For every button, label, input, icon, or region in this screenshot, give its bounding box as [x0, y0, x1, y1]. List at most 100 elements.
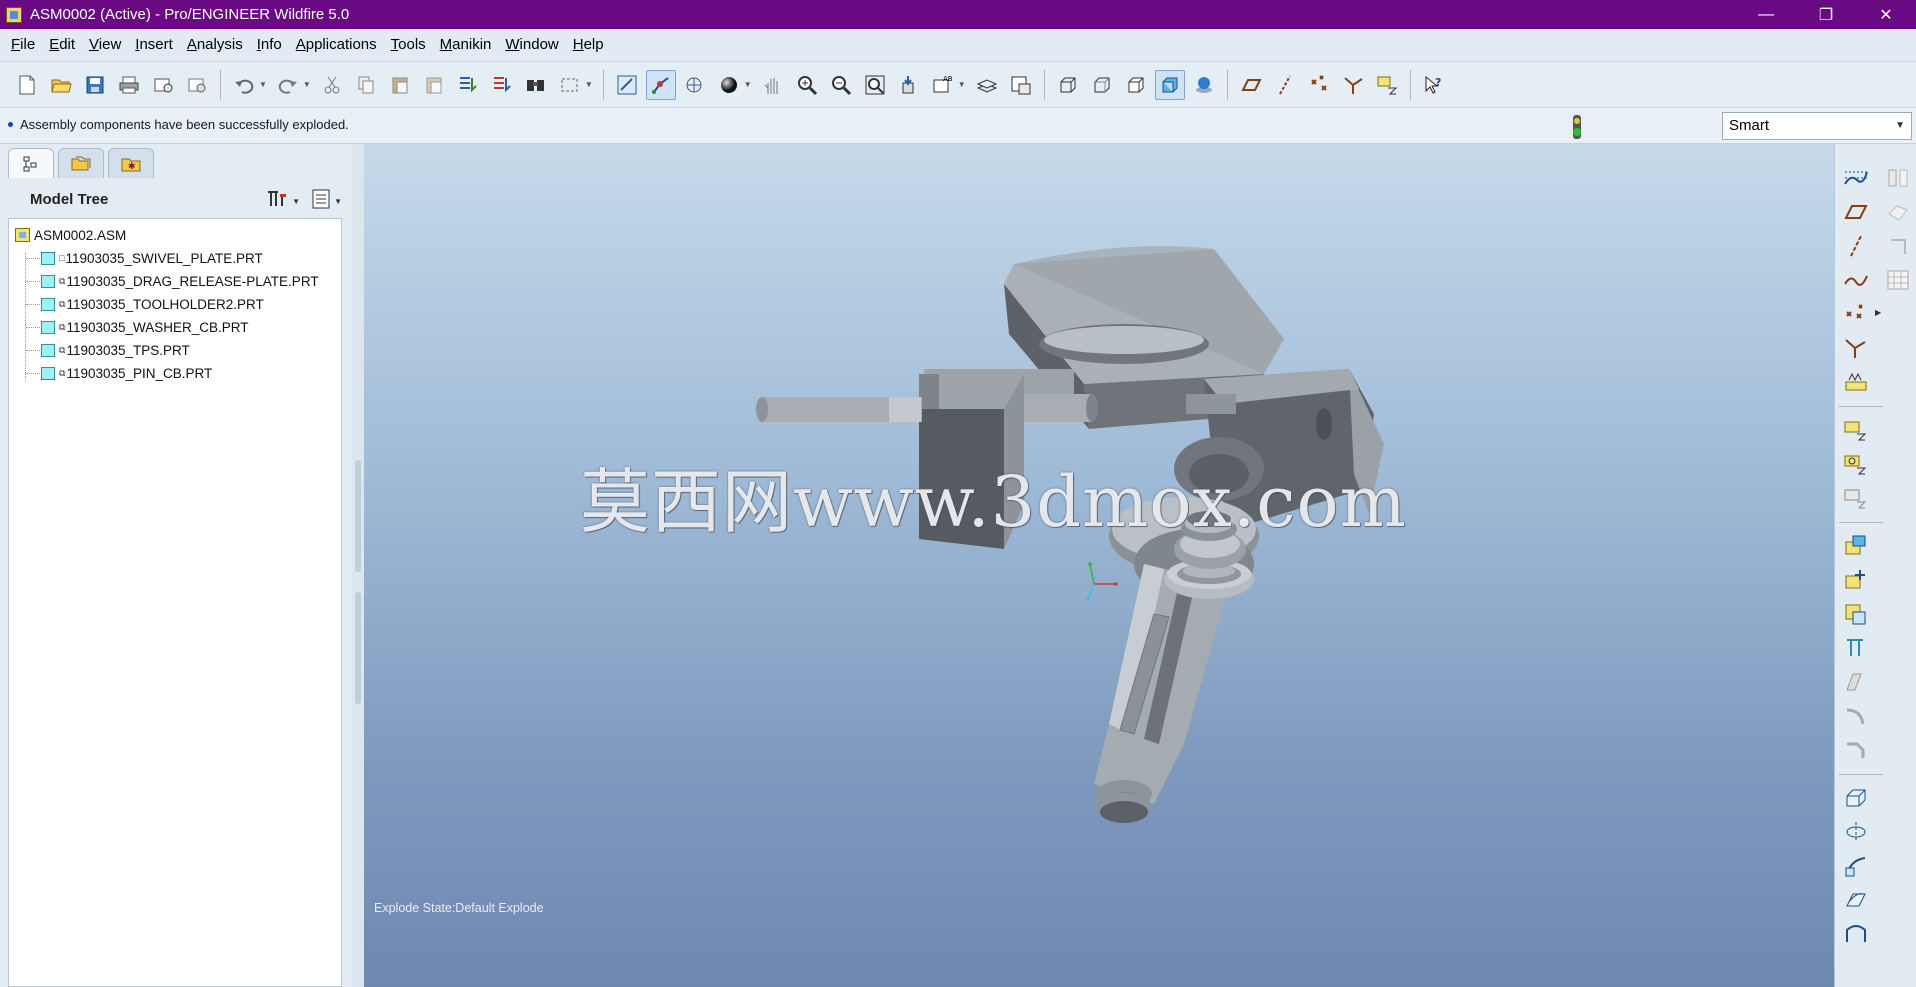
no-hidden-icon[interactable]: [1121, 70, 1151, 100]
datum-plane-icon[interactable]: [1841, 198, 1871, 226]
tree-item[interactable]: ⧉ 11903035_PIN_CB.PRT: [41, 363, 212, 383]
menu-manikin[interactable]: Manikin: [433, 33, 499, 57]
chamfer-icon[interactable]: [1841, 736, 1871, 764]
datum-point-icon[interactable]: [1841, 300, 1871, 328]
menu-window[interactable]: Window: [498, 33, 565, 57]
annotation-feature-icon[interactable]: [1841, 450, 1871, 478]
layers-icon[interactable]: [972, 70, 1002, 100]
assemble-component-icon[interactable]: [1841, 532, 1871, 560]
menu-tools[interactable]: Tools: [384, 33, 433, 57]
datum-curve-icon[interactable]: [1841, 266, 1871, 294]
print-icon[interactable]: [114, 70, 144, 100]
minimize-button[interactable]: —: [1736, 0, 1796, 29]
sash-grip[interactable]: [355, 460, 361, 572]
restore-button[interactable]: ❐: [1796, 0, 1856, 29]
round-icon[interactable]: [1841, 702, 1871, 730]
merge-icon[interactable]: [1883, 198, 1913, 226]
save-icon[interactable]: [80, 70, 110, 100]
zoom-out-icon[interactable]: [826, 70, 856, 100]
tree-item[interactable]: ⧉ 11903035_TOOLHOLDER2.PRT: [41, 294, 264, 314]
blend-icon[interactable]: [1841, 886, 1871, 914]
hidden-line-icon[interactable]: [1087, 70, 1117, 100]
select-box-icon[interactable]: [555, 70, 585, 100]
copy-icon[interactable]: [351, 70, 381, 100]
pattern-icon[interactable]: [1883, 266, 1913, 294]
view-manager-icon[interactable]: [1006, 70, 1036, 100]
analysis-feature-icon[interactable]: [1841, 368, 1871, 396]
revolve-icon[interactable]: [1841, 818, 1871, 846]
cut-out-icon[interactable]: [1841, 668, 1871, 696]
redo-dropdown-icon[interactable]: ▼: [303, 80, 311, 89]
shading-icon[interactable]: [1154, 69, 1185, 100]
settings-dropdown-icon[interactable]: ▼: [292, 197, 300, 206]
open-folder-icon[interactable]: [46, 70, 76, 100]
mirror-icon[interactable]: [1883, 164, 1913, 192]
redraw-icon[interactable]: [612, 70, 642, 100]
wireframe-icon[interactable]: [1053, 70, 1083, 100]
saved-views-icon[interactable]: AB: [928, 70, 958, 100]
paste-special-icon[interactable]: [419, 70, 449, 100]
settings-tools-icon[interactable]: [264, 188, 290, 215]
pan-hand-icon[interactable]: [758, 70, 788, 100]
selection-filter-select[interactable]: Smart ▼: [1722, 112, 1912, 140]
create-component-icon[interactable]: [1841, 566, 1871, 594]
regenerate-icon[interactable]: [453, 70, 483, 100]
sweep-icon[interactable]: [1841, 852, 1871, 880]
assembly-model[interactable]: [364, 144, 1834, 987]
datum-axes-icon[interactable]: [1270, 70, 1300, 100]
send-mail-icon[interactable]: [148, 70, 178, 100]
menu-info[interactable]: Info: [250, 33, 289, 57]
paste-icon[interactable]: [385, 70, 415, 100]
datum-axis-icon[interactable]: [1841, 232, 1871, 260]
datum-planes-icon[interactable]: [1236, 70, 1266, 100]
panel-sash[interactable]: [352, 144, 364, 987]
tree-item[interactable]: ⧉ 11903035_WASHER_CB.PRT: [41, 317, 249, 337]
annotation-element-icon[interactable]: [1841, 484, 1871, 512]
tree-item[interactable]: ⧉ 11903035_DRAG_RELEASE-PLATE.PRT: [41, 271, 319, 291]
datum-csys-icon[interactable]: [1841, 334, 1871, 362]
context-help-icon[interactable]: ?: [1419, 70, 1449, 100]
find-icon[interactable]: [521, 70, 551, 100]
appearance-dropdown-icon[interactable]: ▼: [744, 80, 752, 89]
new-file-icon[interactable]: [12, 70, 42, 100]
graphics-window[interactable]: 莫西网www.3dmox.com Explode State:Default E…: [364, 144, 1834, 987]
datum-point-flyout-icon[interactable]: ▶: [1875, 308, 1881, 317]
cut-icon[interactable]: [317, 70, 347, 100]
select-dropdown-icon[interactable]: ▼: [585, 80, 593, 89]
regen-manager-icon[interactable]: [487, 70, 517, 100]
saved-views-dropdown-icon[interactable]: ▼: [958, 80, 966, 89]
appearance-sphere-icon[interactable]: [714, 70, 744, 100]
datum-points-icon[interactable]: [1304, 70, 1334, 100]
trim-icon[interactable]: [1883, 232, 1913, 260]
tab-model-tree[interactable]: [8, 148, 54, 178]
extrude-icon[interactable]: [1841, 784, 1871, 812]
refit-icon[interactable]: [860, 70, 890, 100]
weld-icon[interactable]: [1841, 634, 1871, 662]
menu-analysis[interactable]: Analysis: [180, 33, 250, 57]
coord-systems-icon[interactable]: [1338, 70, 1368, 100]
tree-item[interactable]: □ 11903035_SWIVEL_PLATE.PRT: [41, 248, 263, 268]
close-button[interactable]: ✕: [1856, 0, 1916, 29]
tree-item[interactable]: ⧉ 11903035_TPS.PRT: [41, 340, 190, 360]
tab-folder-browser[interactable]: [58, 148, 104, 178]
undo-dropdown-icon[interactable]: ▼: [259, 80, 267, 89]
menu-file[interactable]: File: [4, 33, 42, 57]
tab-favorites[interactable]: ✱: [108, 148, 154, 178]
menu-view[interactable]: View: [82, 33, 128, 57]
tree-columns-icon[interactable]: [310, 188, 332, 215]
boundary-blend-icon[interactable]: [1841, 920, 1871, 948]
menu-applications[interactable]: Applications: [289, 33, 384, 57]
tree-columns-dropdown-icon[interactable]: ▼: [334, 197, 342, 206]
orient-mode-icon[interactable]: [680, 70, 710, 100]
insert-annotation-icon[interactable]: [1841, 416, 1871, 444]
menu-help[interactable]: Help: [566, 33, 611, 57]
enhanced-realism-icon[interactable]: [1189, 70, 1219, 100]
menu-insert[interactable]: Insert: [128, 33, 180, 57]
reorient-icon[interactable]: [894, 70, 924, 100]
menu-edit[interactable]: Edit: [42, 33, 82, 57]
datum-sketch-icon[interactable]: [1841, 164, 1871, 192]
undo-icon[interactable]: [229, 70, 259, 100]
component-interface-icon[interactable]: [1841, 600, 1871, 628]
zoom-in-icon[interactable]: [792, 70, 822, 100]
annotations-icon[interactable]: [1372, 70, 1402, 100]
